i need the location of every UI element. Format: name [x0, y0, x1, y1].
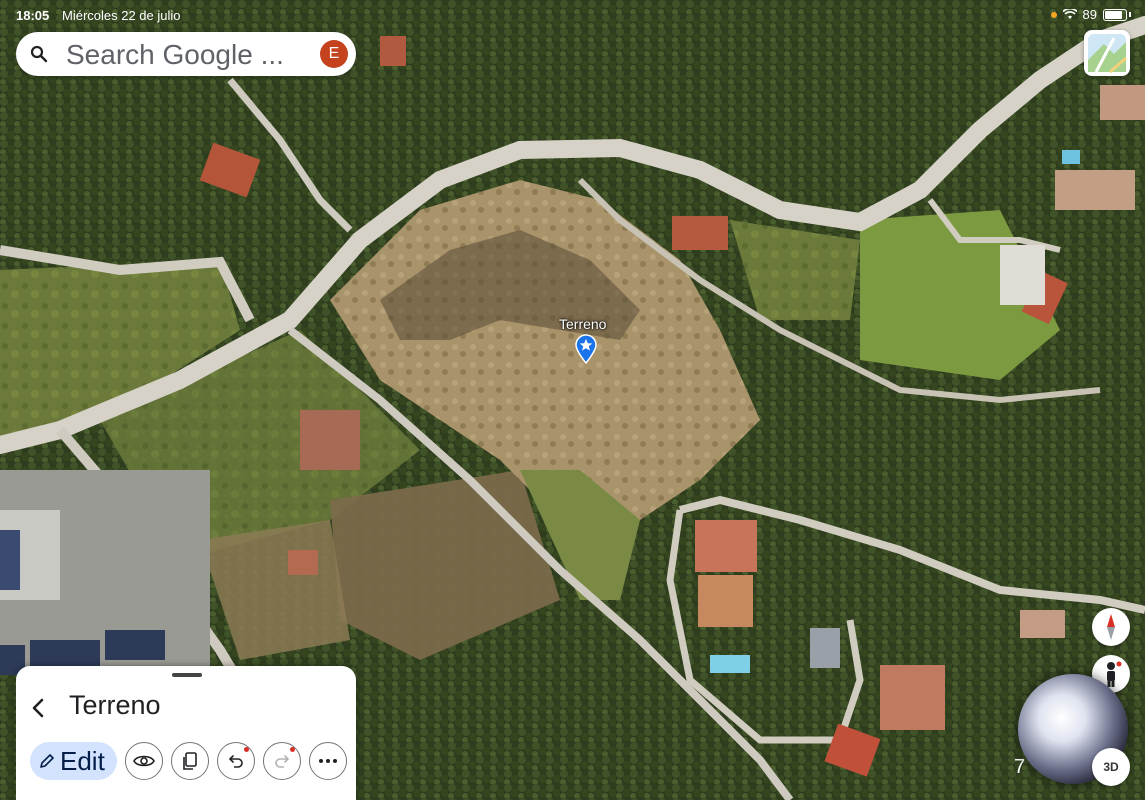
battery-percent: 89	[1082, 7, 1097, 22]
redo-icon	[275, 755, 289, 768]
pencil-icon	[40, 754, 54, 768]
sheet-title: Terreno	[69, 690, 161, 720]
scale-label: 7	[1014, 756, 1026, 778]
eye-icon	[132, 755, 155, 767]
search-input[interactable]	[64, 38, 308, 72]
visibility-button[interactable]	[124, 742, 163, 780]
account-avatar[interactable]: E	[320, 40, 348, 68]
search-icon	[30, 45, 48, 63]
more-icon	[318, 759, 337, 763]
undo-icon	[228, 755, 243, 768]
wifi-icon	[1062, 9, 1077, 19]
compass-icon	[1107, 614, 1115, 640]
status-indicators: 89	[1050, 7, 1131, 22]
undo-button[interactable]	[216, 742, 255, 780]
layers-button[interactable]	[1084, 30, 1130, 76]
star-pin-icon[interactable]	[575, 334, 597, 364]
compass-button[interactable]	[1092, 608, 1130, 646]
view-3d-button[interactable]: 3D	[1092, 748, 1130, 786]
redo-button[interactable]	[262, 742, 301, 780]
copy-icon	[183, 752, 197, 770]
place-bottom-sheet[interactable]: Terreno Edit	[16, 666, 356, 800]
edit-toolbar: Edit	[30, 742, 347, 780]
sheet-grabber[interactable]	[172, 673, 202, 677]
more-options-button[interactable]	[308, 742, 347, 780]
status-date: Miércoles 22 de julio	[62, 8, 181, 23]
layers-icon	[1088, 34, 1127, 74]
redo-indicator-dot	[289, 747, 295, 752]
back-icon[interactable]	[28, 696, 48, 720]
undo-indicator-dot	[243, 747, 249, 752]
battery-nub	[1129, 12, 1131, 17]
place-label[interactable]: Terreno	[559, 316, 606, 332]
edit-label: Edit	[60, 745, 105, 776]
copy-button[interactable]	[170, 742, 209, 780]
battery-icon	[1103, 8, 1127, 21]
status-time: 18:05	[16, 8, 50, 23]
search-bar[interactable]: E	[16, 32, 356, 76]
location-indicator-icon	[1050, 11, 1057, 18]
edit-button[interactable]: Edit	[30, 742, 117, 780]
status-bar: 18:05 Miércoles 22 de julio 89	[0, 0, 1145, 30]
